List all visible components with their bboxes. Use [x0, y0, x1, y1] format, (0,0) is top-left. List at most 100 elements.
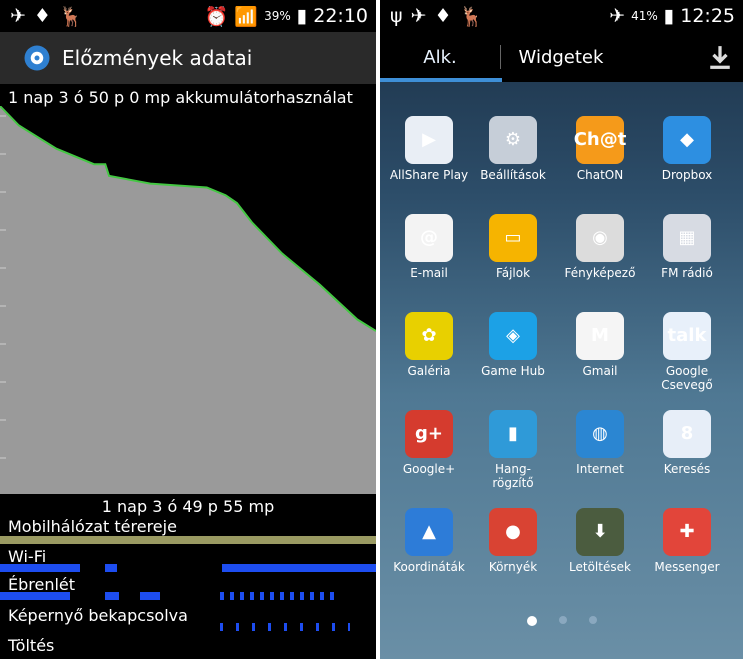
- app-chaton[interactable]: Ch@t ChatON: [555, 116, 645, 182]
- airplane-mode-icon: ✈: [609, 5, 626, 27]
- awake-bar-3: [140, 592, 160, 600]
- usb-icon: ψ: [390, 5, 403, 27]
- llama-icon: 🦌: [58, 5, 83, 28]
- settings-icon: ⚙: [489, 116, 537, 164]
- settings-gear-icon: [24, 45, 50, 71]
- llama-icon: 🦌: [459, 5, 484, 28]
- chaton-icon: Ch@t: [574, 116, 626, 164]
- awake-bar-1: [0, 592, 70, 600]
- app-label: Fényképező: [564, 266, 636, 280]
- screen-on-bar: [220, 623, 350, 631]
- app-fm-radio[interactable]: ▦ FM rádió: [642, 214, 732, 280]
- dropbox-icon: ◆: [663, 116, 711, 164]
- app-allshare[interactable]: ▶ AllShare Play: [384, 116, 474, 182]
- app-search[interactable]: 8 Keresés: [642, 410, 732, 476]
- page-title: Előzmények adatai: [62, 46, 253, 70]
- app-label: FM rádió: [661, 266, 713, 280]
- page-dot[interactable]: [588, 616, 597, 624]
- gmail-icon: M: [576, 312, 624, 360]
- app-internet[interactable]: ◍ Internet: [555, 410, 645, 476]
- app-label: Letöltések: [569, 560, 631, 574]
- battery-graph: [0, 106, 376, 494]
- app-label: AllShare Play: [389, 168, 469, 182]
- app-label: Game Hub: [481, 364, 545, 378]
- drawer-tabs: Alk. Widgetek: [380, 32, 743, 82]
- page-dot[interactable]: [526, 616, 537, 626]
- row-label-screen-on: Képernyő bekapcsolva: [8, 606, 188, 625]
- wifi-bar-3: [222, 564, 376, 572]
- talk-icon: talk: [663, 312, 711, 360]
- battery-usage-summary: 1 nap 3 ó 50 p 0 mp akkumulátorhasználat: [8, 88, 353, 107]
- battery-history-screen: ✈ ♦ 🦌 ⏰ 📶 39% ▮ 22:10 Előzmények adatai …: [0, 0, 376, 659]
- app-label: Fájlok: [495, 266, 531, 280]
- app-label: Google+: [402, 462, 456, 476]
- battery-icon: ▮: [663, 5, 675, 27]
- email-icon: @: [405, 214, 453, 262]
- battery-percentage: 39%: [264, 9, 291, 23]
- app-label: ChatON: [576, 168, 624, 182]
- tab-widgets[interactable]: Widgetek: [501, 47, 621, 68]
- alarm-icon: ⏰: [204, 5, 229, 28]
- row-label-mobile-signal: Mobilhálózat térereje: [8, 517, 177, 536]
- battery-icon: ▮: [296, 5, 308, 27]
- downloads-icon: ⬇: [576, 508, 624, 556]
- app-camera[interactable]: ◉ Fényképező: [555, 214, 645, 280]
- notification-icon: ✈: [10, 5, 26, 27]
- app-label: Hang-rögzítő: [492, 462, 534, 490]
- app-gamehub[interactable]: ◈ Game Hub: [468, 312, 558, 378]
- internet-icon: ◍: [576, 410, 624, 458]
- app-label: Internet: [576, 462, 624, 476]
- local-icon: ●: [489, 508, 537, 556]
- app-label: Dropbox: [661, 168, 713, 182]
- gallery-icon: ✿: [405, 312, 453, 360]
- tab-apps[interactable]: Alk.: [380, 47, 500, 68]
- app-gallery[interactable]: ✿ Galéria: [384, 312, 474, 378]
- status-bar: ψ ✈ ♦ 🦌 ✈ 41% ▮ 12:25: [380, 0, 743, 32]
- app-label: Keresés: [663, 462, 711, 476]
- camera-icon: ◉: [576, 214, 624, 262]
- awake-bar-4: [220, 592, 340, 600]
- flame-icon: ♦: [434, 5, 452, 27]
- app-label: Koordináták: [393, 560, 465, 574]
- app-label: Messenger: [654, 560, 720, 574]
- battery-percentage: 41%: [631, 9, 658, 23]
- mobile-signal-bar: [0, 536, 376, 544]
- app-dropbox[interactable]: ◆ Dropbox: [642, 116, 732, 182]
- download-icon[interactable]: [707, 44, 733, 70]
- app-talk[interactable]: talk Google Csevegő: [642, 312, 732, 392]
- app-gmail[interactable]: M Gmail: [555, 312, 645, 378]
- app-drawer-screen: ψ ✈ ♦ 🦌 ✈ 41% ▮ 12:25 Alk. Widgetek ▶ All…: [380, 0, 743, 659]
- notification-icon: ✈: [410, 5, 427, 27]
- app-label: Gmail: [582, 364, 618, 378]
- files-icon: ▭: [489, 214, 537, 262]
- app-email[interactable]: @ E-mail: [384, 214, 474, 280]
- search-icon: 8: [663, 410, 711, 458]
- app-label: Beállítások: [480, 168, 546, 182]
- app-google-plus[interactable]: g+ Google+: [384, 410, 474, 476]
- clock: 22:10: [313, 5, 368, 27]
- wifi-icon: 📶: [234, 5, 259, 28]
- flame-icon: ♦: [33, 5, 51, 27]
- status-bar: ✈ ♦ 🦌 ⏰ 📶 39% ▮ 22:10: [0, 0, 376, 32]
- app-latitude[interactable]: ▲ Koordináták: [384, 508, 474, 574]
- google-plus-icon: g+: [405, 410, 453, 458]
- messenger-icon: ✚: [663, 508, 711, 556]
- gamehub-icon: ◈: [489, 312, 537, 360]
- page-indicator: [380, 616, 743, 626]
- voice-recorder-icon: ▮: [489, 410, 537, 458]
- app-downloads[interactable]: ⬇ Letöltések: [555, 508, 645, 574]
- app-label: E-mail: [410, 266, 448, 280]
- awake-bar-2: [105, 592, 119, 600]
- app-label: Környék: [488, 560, 538, 574]
- wifi-bar-2: [105, 564, 117, 572]
- title-bar: Előzmények adatai: [0, 32, 376, 84]
- app-label: Google Csevegő: [661, 364, 713, 392]
- app-settings[interactable]: ⚙ Beállítások: [468, 116, 558, 182]
- duration-label: 1 nap 3 ó 49 p 55 mp: [101, 497, 275, 516]
- app-voice-recorder[interactable]: ▮ Hang-rögzítő: [468, 410, 558, 490]
- app-messenger[interactable]: ✚ Messenger: [642, 508, 732, 574]
- app-local[interactable]: ● Környék: [468, 508, 558, 574]
- app-files[interactable]: ▭ Fájlok: [468, 214, 558, 280]
- page-dot[interactable]: [558, 616, 567, 624]
- clock: 12:25: [680, 5, 735, 27]
